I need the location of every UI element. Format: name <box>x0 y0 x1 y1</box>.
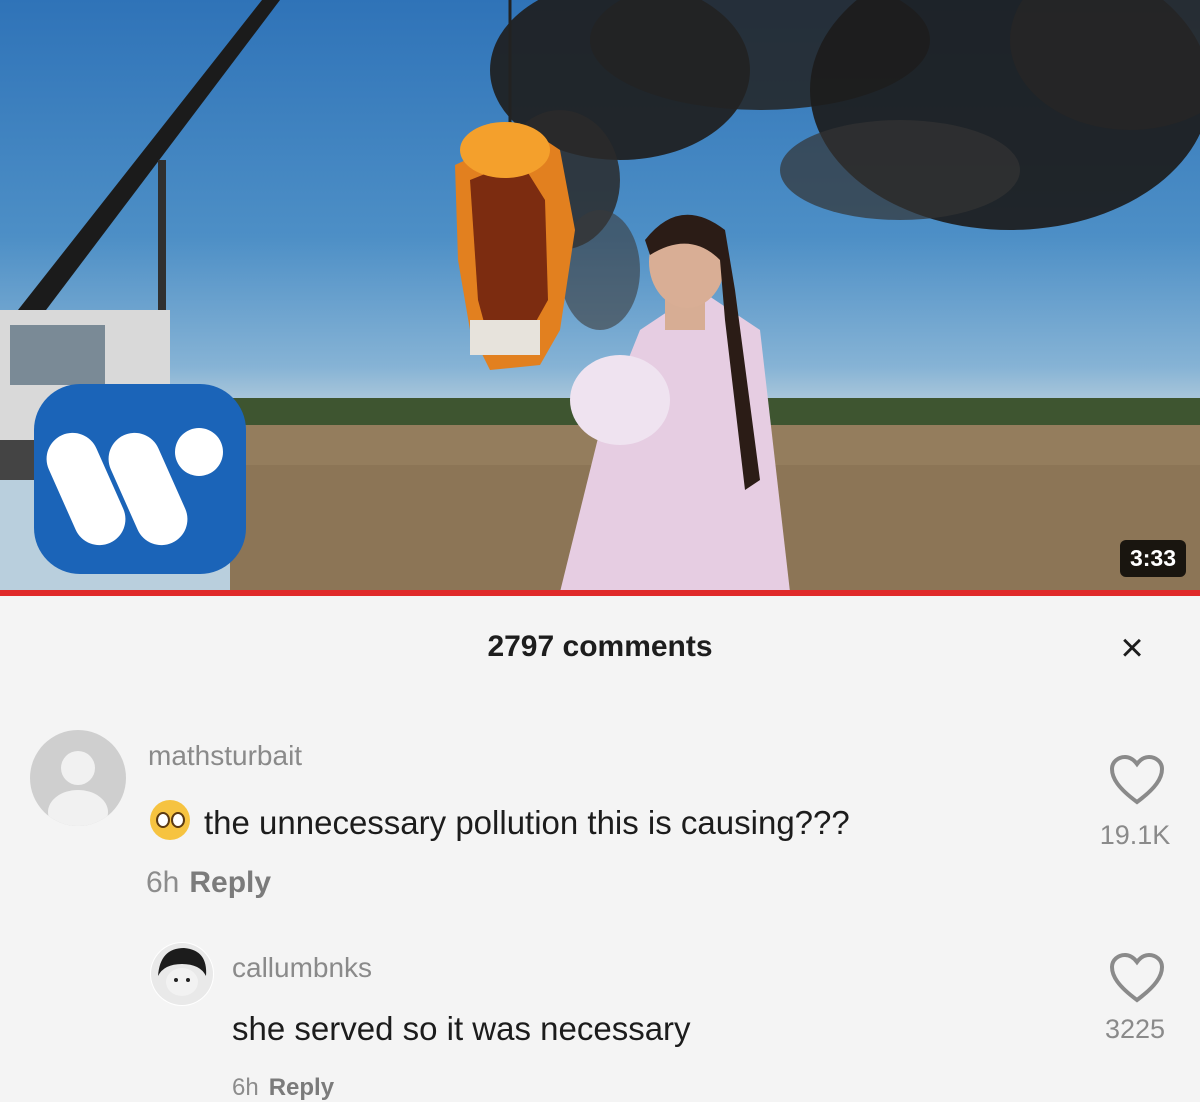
comment-username[interactable]: mathsturbait <box>148 740 302 772</box>
video-duration-badge: 3:33 <box>1119 540 1186 577</box>
comment-text: she served so it was necessary <box>232 1010 691 1047</box>
warner-music-w-icon <box>34 384 246 574</box>
reply-button[interactable]: Reply <box>189 866 271 899</box>
comment-age: 6h <box>146 866 180 899</box>
close-icon[interactable]: × <box>1110 626 1154 670</box>
comments-count-title: 2797 comments <box>487 630 713 663</box>
burning-car <box>455 122 575 370</box>
avatar[interactable] <box>150 942 214 1006</box>
comment-text-body: the unnecessary pollution this is causin… <box>204 804 850 841</box>
pleading-face-emoji-icon <box>150 800 190 840</box>
comment-username[interactable]: callumbnks <box>232 952 372 984</box>
heart-icon[interactable] <box>1108 754 1166 811</box>
video-player[interactable]: 3:33 <box>0 0 1200 592</box>
comment-text: the unnecessary pollution this is causin… <box>150 800 850 842</box>
comment-meta: 6h Reply <box>232 1074 334 1102</box>
heart-icon[interactable] <box>1108 952 1166 1009</box>
default-avatar-icon <box>48 751 108 826</box>
smoke-plume <box>490 0 1200 330</box>
comment-meta: 6h Reply <box>146 866 271 900</box>
comments-panel: 2797 comments × mathsturbait the unneces… <box>0 596 1200 1101</box>
like-count: 19.1K <box>1099 820 1171 850</box>
user-photo-avatar <box>151 943 213 1005</box>
like-count: 3225 <box>1104 1014 1166 1044</box>
avatar[interactable] <box>30 730 126 826</box>
